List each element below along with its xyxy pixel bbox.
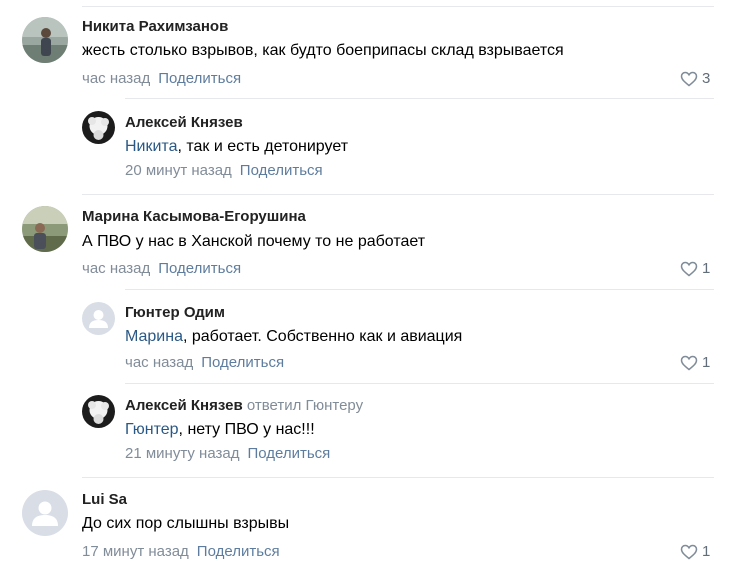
share-button[interactable]: Поделиться: [197, 543, 280, 560]
comment-text: Никита, так и есть детонирует: [125, 138, 348, 156]
like-count: 3: [702, 70, 711, 87]
comment-time[interactable]: час назад: [82, 260, 150, 277]
comment-meta: час назад Поделиться: [82, 260, 241, 277]
comment-author[interactable]: Алексей Князев: [125, 397, 243, 414]
comment-author[interactable]: Марина Касымова-Егорушина: [82, 208, 306, 225]
comment-time[interactable]: час назад: [125, 354, 193, 371]
heart-icon: [680, 261, 698, 276]
avatar[interactable]: [82, 111, 115, 144]
comment-author[interactable]: Алексей Князев: [125, 114, 243, 131]
comment-meta: час назад Поделиться: [82, 70, 241, 87]
comment-meta: час назад Поделиться: [125, 354, 284, 371]
comment-time[interactable]: 20 минут назад: [125, 162, 232, 179]
mention-link[interactable]: Никита: [125, 138, 177, 155]
like-count: 1: [702, 543, 711, 560]
like-count: 1: [702, 354, 711, 371]
comment-text: А ПВО у нас в Ханской почему то не работ…: [82, 233, 426, 250]
replied-to[interactable]: ответил Гюнтеру: [247, 397, 363, 414]
comment-meta: 20 минут назад Поделиться: [125, 162, 323, 179]
share-button[interactable]: Поделиться: [201, 354, 284, 371]
comment-meta: 21 минуту назад Поделиться: [125, 445, 330, 462]
comment-author-line: Алексей Князев ответил Гюнтеру: [125, 397, 363, 414]
avatar[interactable]: [22, 490, 68, 536]
share-button[interactable]: Поделиться: [158, 70, 241, 87]
like-button[interactable]: 1: [680, 543, 710, 560]
comment-text-body: , нету ПВО у нас!!!: [178, 421, 315, 438]
comment-author[interactable]: Гюнтер Одим: [125, 304, 225, 321]
heart-icon: [680, 71, 698, 86]
avatar[interactable]: [82, 302, 115, 335]
share-button[interactable]: Поделиться: [247, 445, 330, 462]
separator: [125, 289, 714, 290]
comment-text-body: , работает. Собственно как и авиация: [182, 328, 463, 345]
comment-meta: 17 минут назад Поделиться: [82, 543, 280, 560]
comment-text: До сих пор слышны взрывы: [82, 515, 290, 532]
comment-time[interactable]: 21 минуту назад: [125, 445, 239, 462]
separator: [82, 6, 714, 7]
comment-text: Гюнтер, нету ПВО у нас!!!: [125, 421, 315, 439]
heart-icon: [680, 355, 698, 370]
like-button[interactable]: 1: [680, 354, 710, 371]
avatar[interactable]: [22, 206, 68, 252]
share-button[interactable]: Поделиться: [240, 162, 323, 179]
share-button[interactable]: Поделиться: [158, 260, 241, 277]
like-count: 1: [702, 260, 711, 277]
comment-time[interactable]: час назад: [82, 70, 150, 87]
like-button[interactable]: 1: [680, 260, 710, 277]
avatar[interactable]: [82, 395, 115, 428]
comment-author[interactable]: Никита Рахимзанов: [82, 18, 228, 35]
comment-text: жесть столько взрывов, как будто боеприп…: [82, 42, 564, 59]
comment-text: Марина, работает. Собственно как и авиац…: [125, 328, 462, 346]
separator: [125, 98, 714, 99]
like-button[interactable]: 3: [680, 70, 710, 87]
mention-link[interactable]: Марина: [125, 328, 183, 345]
separator: [82, 194, 714, 195]
separator: [82, 477, 714, 478]
heart-icon: [680, 544, 698, 559]
comment-author[interactable]: Lui Sa: [82, 491, 127, 508]
comment-text-body: , так и есть детонирует: [177, 138, 349, 155]
mention-link[interactable]: Гюнтер: [125, 421, 179, 438]
comment-time[interactable]: 17 минут назад: [82, 543, 189, 560]
avatar[interactable]: [22, 17, 68, 63]
separator: [125, 383, 714, 384]
